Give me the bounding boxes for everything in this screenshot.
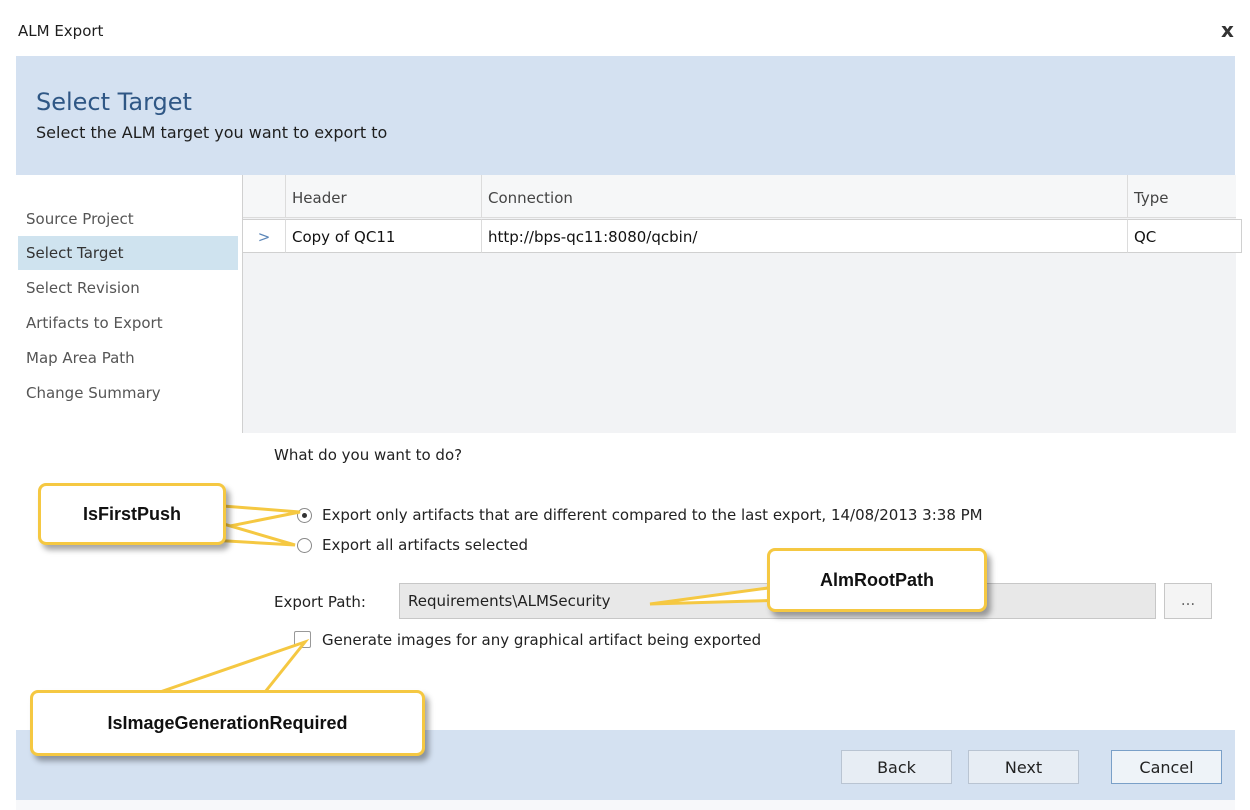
callout-is-image-generation-required: IsImageGenerationRequired bbox=[30, 690, 425, 756]
callout-is-first-push: IsFirstPush bbox=[38, 483, 226, 545]
callout-pointer-image-generation bbox=[159, 638, 310, 694]
callout-pointers bbox=[159, 503, 792, 694]
callout-alm-root-path: AlmRootPath bbox=[767, 548, 987, 612]
